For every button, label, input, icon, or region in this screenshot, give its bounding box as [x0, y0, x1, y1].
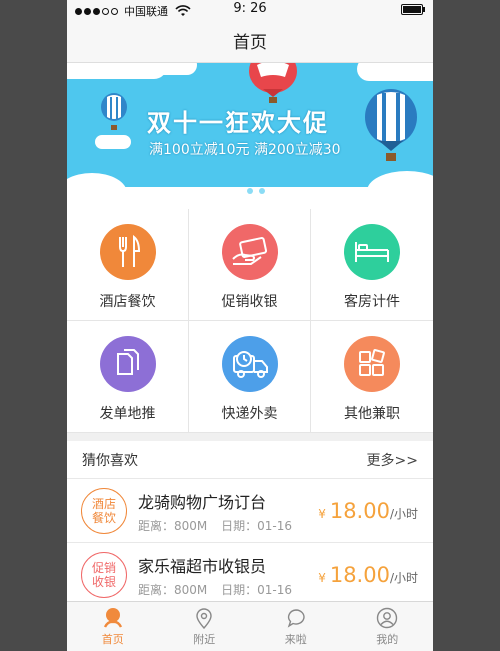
document-icon: [116, 349, 139, 375]
status-bar: 中国联通 9: 26: [67, 0, 433, 18]
hot-air-balloon-icon: [365, 89, 417, 161]
category-icon-circle: [344, 224, 400, 280]
price-value: 18.00: [329, 563, 390, 587]
category-other-parttime[interactable]: 其他兼职: [311, 321, 433, 433]
job-meta: 距离：800M 日期：01-16: [138, 517, 302, 534]
job-date: 日期：01-16: [221, 583, 292, 597]
bed-icon: [355, 242, 389, 262]
category-icon-circle: [344, 336, 400, 392]
cloud-decoration: [95, 135, 131, 149]
job-distance: 距离：800M: [138, 583, 208, 597]
tag-line: 餐饮: [91, 511, 116, 525]
category-label: 促销收银: [221, 294, 278, 310]
fork-knife-icon: [118, 235, 140, 267]
category-room-piecework[interactable]: 客房计件: [311, 209, 433, 321]
banner-subtitle: 满100立减10元 满200立减30: [149, 142, 341, 158]
job-meta: 距离：800M 日期：01-16: [138, 581, 302, 598]
user-icon: [377, 607, 398, 628]
recommend-title: 猜你喜欢: [82, 452, 138, 469]
grid-icon: [359, 349, 385, 376]
cloud-decoration: [357, 63, 433, 81]
carousel-dot[interactable]: [259, 188, 265, 194]
card-icon: [231, 237, 267, 265]
category-label: 酒店餐饮: [99, 294, 156, 310]
phone-screen: 中国联通 9: 26 首页 双十一狂欢大促 满100立减10元 满200立减30…: [67, 0, 433, 651]
carousel-dot[interactable]: [247, 188, 253, 194]
category-hotel-dining[interactable]: 酒店餐饮: [67, 209, 189, 321]
currency-symbol: ¥: [318, 507, 326, 521]
category-label: 客房计件: [344, 294, 400, 310]
price-value: 18.00: [329, 499, 390, 523]
banner-headline: 双十一狂欢大促: [147, 109, 329, 137]
tab-label: 我的: [376, 632, 399, 646]
hot-air-balloon-icon: [249, 63, 297, 103]
section-divider: [67, 433, 433, 441]
tab-nearby[interactable]: 附近: [159, 602, 251, 651]
category-tag: 酒店 餐饮: [81, 488, 127, 534]
tag-line: 促销: [91, 561, 116, 575]
category-icon-circle: [221, 224, 278, 280]
category-label: 发单地推: [99, 406, 156, 422]
tab-profile[interactable]: 我的: [342, 602, 434, 651]
battery-icon: [401, 4, 425, 15]
more-link[interactable]: 更多>>: [367, 450, 418, 470]
category-grid: 酒店餐饮 促销收银 客房计件 发单地推 快递外卖 其他兼职: [67, 209, 433, 433]
category-icon-circle: [221, 336, 278, 392]
tag-line: 酒店: [91, 497, 116, 511]
job-price: ¥18.00/小时: [318, 563, 418, 587]
job-title: 家乐福超市收银员: [138, 557, 267, 576]
carousel-dot-active[interactable]: [235, 188, 241, 194]
location-pin-icon: [196, 607, 212, 629]
category-icon-circle: [99, 224, 156, 280]
job-price: ¥18.00/小时: [318, 499, 418, 523]
home-mascot-icon: [103, 607, 122, 628]
page-title: 首页: [233, 32, 267, 53]
tab-messages[interactable]: 来啦: [250, 602, 342, 651]
clock: 9: 26: [233, 1, 267, 16]
tab-label: 附近: [193, 632, 216, 646]
promo-banner[interactable]: 双十一狂欢大促 满100立减10元 满200立减30: [67, 63, 433, 209]
recommend-header: 猜你喜欢 更多>>: [67, 441, 433, 479]
tab-home[interactable]: 首页: [67, 602, 159, 651]
category-tag: 促销 收银: [81, 552, 127, 598]
price-unit: /小时: [389, 571, 418, 585]
category-flyer-promotion[interactable]: 发单地推: [67, 321, 189, 433]
category-label: 快递外卖: [221, 406, 278, 422]
list-item[interactable]: 促销 收银 家乐福超市收银员 距离：800M 日期：01-16 ¥18.00/小…: [67, 543, 433, 607]
job-title: 龙骑购物广场订台: [138, 493, 267, 512]
category-label: 其他兼职: [344, 406, 400, 422]
list-item[interactable]: 酒店 餐饮 龙骑购物广场订台 距离：800M 日期：01-16 ¥18.00/小…: [67, 479, 433, 543]
tab-label: 首页: [101, 632, 124, 646]
currency-symbol: ¥: [318, 571, 326, 585]
job-date: 日期：01-16: [221, 519, 292, 533]
carousel-indicator: [67, 188, 433, 194]
category-delivery[interactable]: 快递外卖: [189, 321, 311, 433]
price-unit: /小时: [389, 507, 418, 521]
tab-label: 来啦: [284, 632, 307, 646]
delivery-truck-icon: [232, 351, 268, 378]
tab-bar: 首页 附近 来啦 我的: [67, 601, 433, 651]
tag-line: 收银: [91, 575, 116, 589]
cloud-decoration: [137, 63, 197, 75]
hot-air-balloon-icon: [101, 93, 127, 130]
chat-bubble-icon: [287, 608, 305, 628]
category-icon-circle: [99, 336, 156, 392]
category-promo-cashier[interactable]: 促销收银: [189, 209, 311, 321]
job-distance: 距离：800M: [138, 519, 208, 533]
nav-bar: 首页: [67, 18, 433, 63]
